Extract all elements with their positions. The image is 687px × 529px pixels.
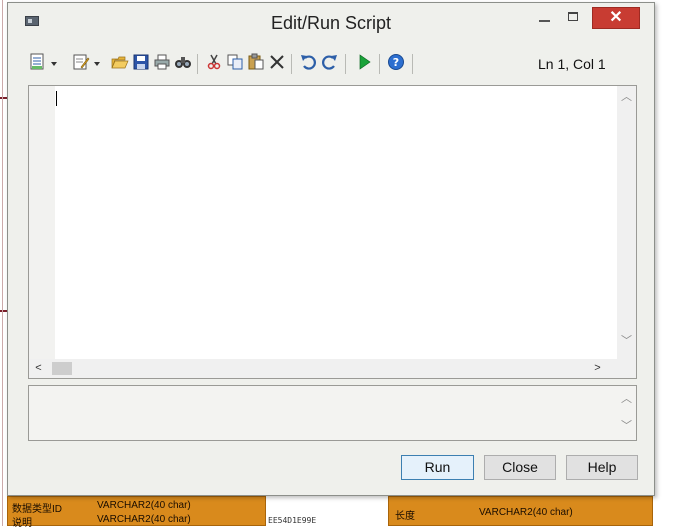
close-window-button[interactable]: ✕: [592, 7, 640, 29]
title-bar[interactable]: Edit/Run Script ✕: [8, 3, 654, 41]
script-editor[interactable]: ︿ ﹀ < >: [28, 85, 637, 379]
svg-text:?: ?: [393, 56, 399, 69]
paste-icon[interactable]: [246, 53, 266, 75]
cut-icon[interactable]: [204, 53, 224, 75]
bg-field-type: VARCHAR2(40 char): [97, 500, 191, 511]
output-vertical-scrollbar[interactable]: ︿ ﹀: [617, 386, 636, 440]
window-title: Edit/Run Script: [270, 13, 392, 33]
run-icon[interactable]: [354, 53, 374, 75]
bg-code-text: EE54D1E99E: [268, 516, 317, 525]
edit-menu-icon[interactable]: [71, 53, 91, 75]
scroll-up-arrow-icon[interactable]: ︿: [617, 88, 636, 107]
minimize-button[interactable]: [534, 7, 556, 29]
copy-icon[interactable]: [225, 53, 245, 75]
chevron-down-icon[interactable]: [94, 62, 100, 66]
bg-field-name: 长度: [395, 511, 415, 522]
run-button[interactable]: Run: [401, 455, 474, 480]
delete-icon[interactable]: [267, 53, 287, 75]
toolbar-separator: [291, 54, 292, 74]
chevron-down-icon[interactable]: [51, 62, 57, 66]
toolbar-separator: [197, 54, 198, 74]
redo-icon[interactable]: [320, 53, 340, 75]
editor-vertical-scrollbar[interactable]: ︿ ﹀: [617, 86, 636, 359]
toolbar-separator: [345, 54, 346, 74]
bg-field-type: VARCHAR2(40 char): [479, 507, 573, 518]
bg-field-name: 数据类型ID: [12, 504, 62, 515]
line-number-gutter: [29, 86, 55, 359]
bg-field-type: VARCHAR2(40 char): [97, 514, 191, 525]
scroll-down-arrow-icon[interactable]: ﹀: [617, 417, 636, 436]
toolbar-separator: [412, 54, 413, 74]
scroll-up-arrow-icon[interactable]: ︿: [617, 390, 636, 409]
cursor-position-indicator: Ln 1, Col 1: [538, 56, 606, 72]
background-table-panel-right: 长度 VARCHAR2(40 char): [388, 496, 653, 526]
background-connector-line: [2, 0, 3, 526]
bg-field-name: 说明: [12, 518, 32, 529]
find-icon[interactable]: [173, 53, 193, 75]
toolbar: ? Ln 1, Col 1: [28, 51, 640, 77]
scroll-left-arrow-icon[interactable]: <: [29, 359, 48, 378]
help-icon[interactable]: ?: [386, 53, 406, 75]
undo-icon[interactable]: [298, 53, 318, 75]
editor-horizontal-scrollbar[interactable]: < >: [29, 359, 617, 378]
help-button[interactable]: Help: [566, 455, 638, 480]
scroll-down-arrow-icon[interactable]: ﹀: [617, 332, 636, 351]
close-button[interactable]: Close: [484, 455, 556, 480]
script-menu-icon[interactable]: [28, 53, 48, 75]
background-table-panel-left: 数据类型ID VARCHAR2(40 char) 说明 VARCHAR2(40 …: [7, 496, 266, 529]
toolbar-separator: [379, 54, 380, 74]
open-folder-icon[interactable]: [110, 53, 130, 75]
maximize-button[interactable]: [563, 7, 585, 29]
text-caret: [56, 91, 57, 106]
script-output-pane[interactable]: ︿ ﹀: [28, 385, 637, 441]
edit-run-script-dialog: Edit/Run Script ✕ ? Ln 1, Col 1 ︿ ﹀ < > …: [7, 2, 655, 496]
save-icon[interactable]: [131, 53, 151, 75]
scroll-right-arrow-icon[interactable]: >: [588, 359, 607, 378]
horizontal-scroll-thumb[interactable]: [52, 362, 72, 375]
print-icon[interactable]: [152, 53, 172, 75]
scrollbar-corner: [617, 359, 636, 378]
